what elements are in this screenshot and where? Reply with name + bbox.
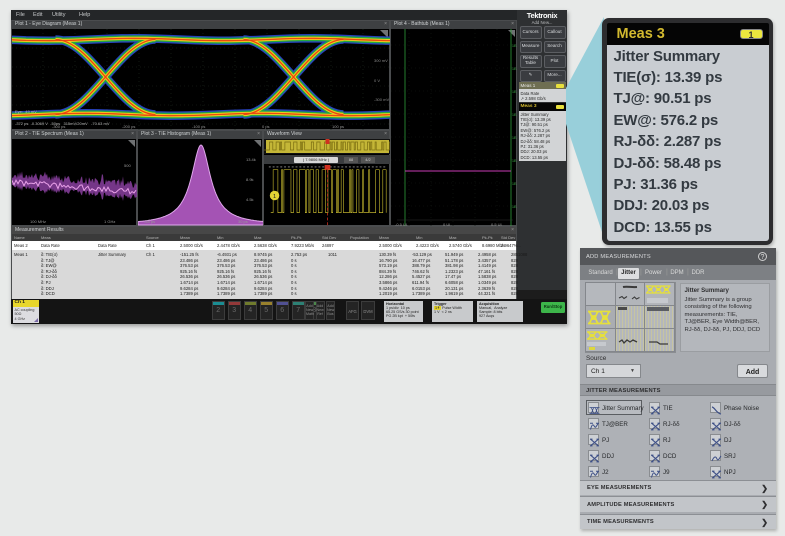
svg-text:100 MHz: 100 MHz bbox=[30, 219, 46, 224]
svg-text:13.4k: 13.4k bbox=[246, 157, 256, 162]
svg-text:-28 ps: -28 ps bbox=[144, 219, 155, 224]
svg-text:1: 1 bbox=[273, 193, 276, 199]
svg-text:1 GHz: 1 GHz bbox=[104, 219, 115, 224]
svg-text:4.5k: 4.5k bbox=[246, 197, 254, 202]
svg-text:8.9k: 8.9k bbox=[246, 177, 254, 182]
svg-text:30 ps: 30 ps bbox=[238, 219, 248, 224]
svg-text:500: 500 bbox=[124, 163, 131, 168]
